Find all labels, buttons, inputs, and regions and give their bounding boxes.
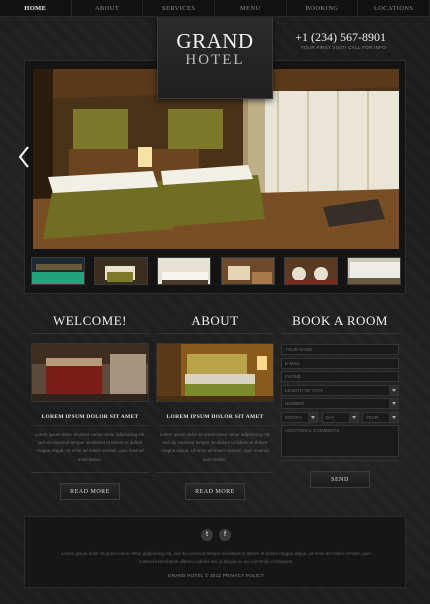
nav-services[interactable]: SERVICES: [143, 0, 216, 16]
chevron-down-icon: [392, 388, 396, 392]
booking-section: BOOK A ROOM YOUR NAME E-MAIL PHONE LENGT…: [281, 304, 399, 488]
chevron-down-icon: [351, 415, 356, 419]
booking-divider: [281, 460, 399, 461]
length-of-stay-label: LENGTH OF STAY: [285, 387, 324, 393]
twitter-icon[interactable]: t: [201, 529, 213, 541]
year-select[interactable]: YEAR: [362, 411, 399, 423]
footer: t f Lorem ipsum dolor sit amet conse cte…: [24, 516, 406, 588]
phone-number: +1 (234) 567-8901: [295, 30, 386, 44]
footer-text: Lorem ipsum dolor sit amet conse ctetur …: [61, 551, 371, 564]
thumbnail-1[interactable]: [31, 257, 85, 285]
logo-line2: HOTEL: [185, 52, 245, 68]
comments-textarea[interactable]: ADDITIONAL COMMENTS: [281, 425, 399, 457]
day-select[interactable]: DAY: [321, 411, 359, 423]
phone-input[interactable]: PHONE: [281, 371, 399, 382]
year-label: YEAR: [366, 414, 379, 420]
length-of-stay-select[interactable]: LENGTH OF STAY: [281, 384, 399, 396]
about-image: [156, 343, 274, 402]
email-input[interactable]: E-MAIL: [281, 357, 399, 369]
number-label: NUMBER: [285, 401, 305, 406]
nav-home[interactable]: HOME: [0, 0, 72, 16]
welcome-image: [31, 343, 149, 402]
nav-locations[interactable]: LOCATIONS: [358, 0, 430, 16]
social-links: t f: [25, 529, 407, 541]
month-select[interactable]: MONTH: [281, 411, 318, 423]
chevron-down-icon: [392, 402, 396, 405]
send-button[interactable]: SEND: [310, 471, 370, 488]
about-text: Lorem ipsum dolor sit amet conse ctetur …: [159, 432, 271, 462]
welcome-text: Lorem ipsum dolor sit amet conse ctetur …: [34, 432, 146, 462]
about-section: ABOUT LOREM IPSUM DOLOR SIT AMET Lorem i…: [156, 304, 274, 500]
welcome-title: LOREM IPSUM DOLOR SIT AMET: [31, 414, 149, 426]
number-select[interactable]: NUMBER: [281, 398, 399, 409]
day-label: DAY: [325, 414, 335, 420]
about-heading: ABOUT: [156, 304, 274, 334]
date-row: MONTH DAY YEAR: [281, 411, 399, 426]
about-divider: [156, 472, 274, 473]
contact-phone: +1 (234) 567-8901 YOUR FIRST VISIT! CALL…: [295, 30, 386, 51]
chevron-down-icon: [311, 415, 315, 419]
thumbnail-5[interactable]: [283, 257, 338, 285]
about-title: LOREM IPSUM DOLOR SIT AMET: [156, 414, 274, 426]
main-navigation: HOME ABOUT SERVICES MENU BOOKING LOCATIO…: [0, 0, 430, 17]
about-read-more-button[interactable]: READ MORE: [185, 483, 245, 500]
facebook-icon[interactable]: f: [219, 529, 231, 541]
hotel-logo[interactable]: GRAND HOTEL: [157, 17, 273, 99]
name-input[interactable]: YOUR NAME: [281, 344, 399, 355]
nav-booking[interactable]: BOOKING: [287, 0, 359, 16]
copyright[interactable]: GRAND HOTEL © 2012 PRIVACY POLICY: [25, 573, 407, 578]
logo-line1: GRAND: [176, 29, 254, 53]
welcome-section: WELCOME! LOREM IPSUM DOLOR SIT AMET Lore…: [31, 304, 149, 500]
slider-thumbnails: [31, 257, 401, 285]
welcome-read-more-button[interactable]: READ MORE: [60, 483, 120, 500]
booking-heading: BOOK A ROOM: [281, 304, 399, 334]
thumbnail-6[interactable]: [346, 257, 401, 285]
welcome-heading: WELCOME!: [31, 304, 149, 334]
nav-menu[interactable]: MENU: [215, 0, 287, 16]
phone-caption: YOUR FIRST VISIT! CALL FOR INFO: [300, 45, 386, 50]
nav-about[interactable]: ABOUT: [72, 0, 144, 16]
chevron-down-icon: [392, 415, 396, 419]
month-label: MONTH: [285, 414, 302, 420]
booking-form: YOUR NAME E-MAIL PHONE LENGTH OF STAY NU…: [281, 344, 399, 457]
welcome-divider: [31, 472, 149, 473]
thumbnail-4[interactable]: [220, 257, 275, 285]
thumbnail-3[interactable]: [157, 257, 212, 285]
slider-prev-arrow-icon[interactable]: [18, 146, 30, 168]
thumbnail-2[interactable]: [94, 257, 149, 285]
